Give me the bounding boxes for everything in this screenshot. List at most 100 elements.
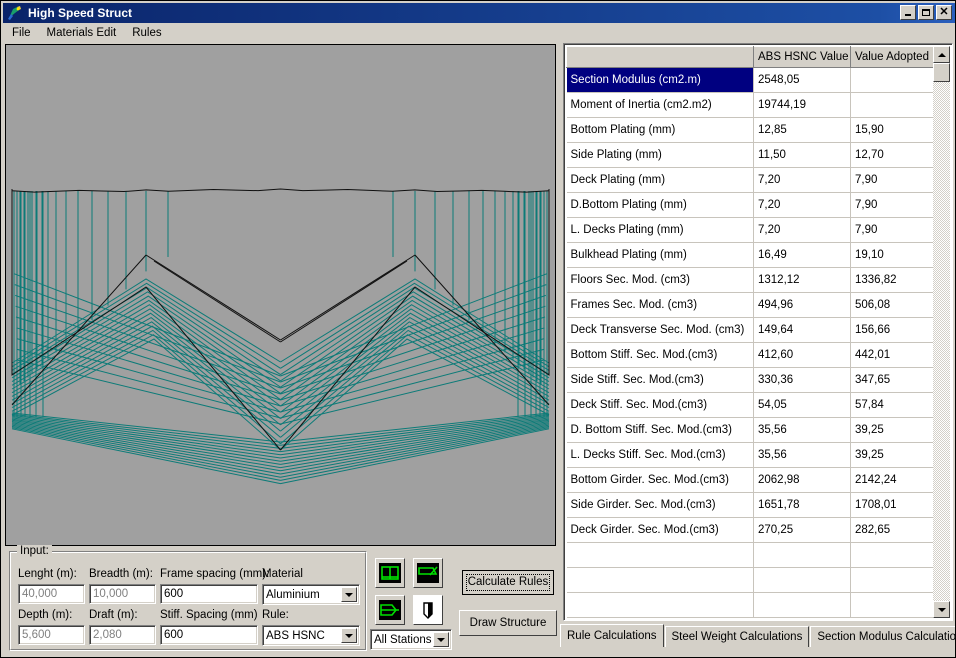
- cell-item[interactable]: Floors Sec. Mod. (cm3): [566, 267, 754, 293]
- profile-view-icon-button[interactable]: [413, 558, 443, 588]
- table-row[interactable]: [566, 592, 936, 618]
- material-select[interactable]: Aluminium: [262, 584, 360, 605]
- cell-value-adopted[interactable]: 2142,24: [850, 467, 936, 493]
- chevron-down-icon[interactable]: [341, 587, 357, 602]
- cell-item[interactable]: Deck Stiff. Sec. Mod.(cm3): [566, 392, 754, 418]
- cell-item[interactable]: D. Bottom Stiff. Sec. Mod.(cm3): [566, 417, 754, 443]
- cell-abs-hsnc-value[interactable]: 270,25: [753, 517, 851, 543]
- table-row[interactable]: Side Plating (mm) 11,50 12,70: [566, 142, 936, 168]
- cell-abs-hsnc-value[interactable]: 7,20: [753, 167, 851, 193]
- cell-value-adopted[interactable]: 347,65: [850, 367, 936, 393]
- cell-item[interactable]: L. Decks Stiff. Sec. Mod.(cm3): [566, 442, 754, 468]
- breadth-input[interactable]: 10,000: [89, 584, 156, 604]
- cell-value-adopted[interactable]: 15,90: [850, 117, 936, 143]
- table-row[interactable]: Deck Stiff. Sec. Mod.(cm3) 54,05 57,84: [566, 392, 936, 418]
- table-row[interactable]: Side Girder. Sec. Mod.(cm3) 1651,78 1708,0…: [566, 492, 936, 518]
- minimize-button[interactable]: [900, 5, 916, 20]
- midship-section-icon-button[interactable]: [375, 558, 405, 588]
- cell-abs-hsnc-value[interactable]: 7,20: [753, 192, 851, 218]
- cell-item[interactable]: [566, 542, 754, 568]
- bulkhead-icon-button[interactable]: [413, 595, 443, 625]
- table-row[interactable]: [566, 542, 936, 568]
- table-row[interactable]: Bottom Girder. Sec. Mod.(cm3) 2062,98 2142…: [566, 467, 936, 493]
- cell-item[interactable]: Bottom Stiff. Sec. Mod.(cm3): [566, 342, 754, 368]
- cell-value-adopted[interactable]: 506,08: [850, 292, 936, 318]
- cell-abs-hsnc-value[interactable]: 1651,78: [753, 492, 851, 518]
- cell-value-adopted[interactable]: 39,25: [850, 417, 936, 443]
- cell-abs-hsnc-value[interactable]: 2548,05: [753, 67, 851, 93]
- table-row[interactable]: D.Bottom Plating (mm) 7,20 7,90: [566, 192, 936, 218]
- table-row[interactable]: Deck Transverse Sec. Mod. (cm3) 149,64 156…: [566, 317, 936, 343]
- cell-value-adopted[interactable]: 156,66: [850, 317, 936, 343]
- table-row[interactable]: Bottom Plating (mm) 12,85 15,90: [566, 117, 936, 143]
- table-row[interactable]: Floors Sec. Mod. (cm3) 1312,12 1336,82: [566, 267, 936, 293]
- cell-abs-hsnc-value[interactable]: 35,56: [753, 417, 851, 443]
- table-row[interactable]: Side Stiff. Sec. Mod.(cm3) 330,36 347,65: [566, 367, 936, 393]
- plan-view-icon-button[interactable]: [375, 595, 405, 625]
- cell-item[interactable]: Frames Sec. Mod. (cm3): [566, 292, 754, 318]
- depth-input[interactable]: 5,600: [18, 625, 85, 645]
- stiff-spacing-input[interactable]: 600: [160, 625, 258, 645]
- cell-value-adopted[interactable]: 1336,82: [850, 267, 936, 293]
- stations-select[interactable]: All Stations: [370, 629, 452, 650]
- scrollbar-thumb[interactable]: [933, 63, 950, 82]
- cell-item[interactable]: L. Decks Plating (mm): [566, 217, 754, 243]
- table-row[interactable]: Deck Girder. Sec. Mod.(cm3) 270,25 282,65: [566, 517, 936, 543]
- cell-item[interactable]: Bulkhead Plating (mm): [566, 242, 754, 268]
- cell-abs-hsnc-value[interactable]: 330,36: [753, 367, 851, 393]
- cell-abs-hsnc-value[interactable]: 149,64: [753, 317, 851, 343]
- cell-value-adopted[interactable]: [850, 542, 936, 568]
- cell-item[interactable]: Side Stiff. Sec. Mod.(cm3): [566, 367, 754, 393]
- cell-value-adopted[interactable]: 57,84: [850, 392, 936, 418]
- cell-abs-hsnc-value[interactable]: 35,56: [753, 442, 851, 468]
- cell-abs-hsnc-value[interactable]: 12,85: [753, 117, 851, 143]
- cell-item[interactable]: Moment of Inertia (cm2.m2): [566, 92, 754, 118]
- cell-item[interactable]: Side Plating (mm): [566, 142, 754, 168]
- cell-value-adopted[interactable]: 7,90: [850, 192, 936, 218]
- tab-rule-calculations[interactable]: Rule Calculations: [560, 624, 664, 647]
- cell-item[interactable]: Deck Transverse Sec. Mod. (cm3): [566, 317, 754, 343]
- cell-value-adopted[interactable]: [850, 92, 936, 118]
- tab-steel-weight-calculations[interactable]: Steel Weight Calculations: [664, 626, 810, 647]
- column-header-value-adopted[interactable]: Value Adopted: [850, 46, 936, 68]
- frame-spacing-input[interactable]: 600: [160, 584, 258, 604]
- cell-abs-hsnc-value[interactable]: 7,20: [753, 217, 851, 243]
- table-row[interactable]: D. Bottom Stiff. Sec. Mod.(cm3) 35,56 39,2…: [566, 417, 936, 443]
- cell-abs-hsnc-value[interactable]: 19744,19: [753, 92, 851, 118]
- grid-vertical-scrollbar[interactable]: [933, 46, 950, 618]
- column-header-abs-hsnc-value[interactable]: ABS HSNC Value: [753, 46, 851, 68]
- cell-value-adopted[interactable]: [850, 67, 936, 93]
- cell-abs-hsnc-value[interactable]: [753, 592, 851, 618]
- cell-value-adopted[interactable]: 39,25: [850, 442, 936, 468]
- cell-value-adopted[interactable]: 12,70: [850, 142, 936, 168]
- cell-item[interactable]: Deck Plating (mm): [566, 167, 754, 193]
- scroll-down-icon[interactable]: [933, 601, 950, 618]
- table-row[interactable]: Deck Plating (mm) 7,20 7,90: [566, 167, 936, 193]
- table-row[interactable]: Moment of Inertia (cm2.m2) 19744,19: [566, 92, 936, 118]
- table-row[interactable]: L. Decks Stiff. Sec. Mod.(cm3) 35,56 39,25: [566, 442, 936, 468]
- cell-item[interactable]: Bottom Girder. Sec. Mod.(cm3): [566, 467, 754, 493]
- cell-abs-hsnc-value[interactable]: [753, 542, 851, 568]
- draw-structure-button[interactable]: Draw Structure: [459, 610, 557, 636]
- cell-item[interactable]: D.Bottom Plating (mm): [566, 192, 754, 218]
- structure-drawing-canvas[interactable]: [5, 44, 556, 546]
- table-row[interactable]: Bottom Stiff. Sec. Mod.(cm3) 412,60 442,01: [566, 342, 936, 368]
- chevron-down-icon[interactable]: [341, 628, 357, 643]
- cell-value-adopted[interactable]: 7,90: [850, 167, 936, 193]
- cell-item[interactable]: [566, 592, 754, 618]
- cell-value-adopted[interactable]: [850, 592, 936, 618]
- chevron-down-icon[interactable]: [433, 632, 449, 647]
- cell-value-adopted[interactable]: 442,01: [850, 342, 936, 368]
- tab-section-modulus-calculations[interactable]: Section Modulus Calculations: [810, 626, 955, 647]
- cell-value-adopted[interactable]: [850, 567, 936, 593]
- table-row[interactable]: Frames Sec. Mod. (cm3) 494,96 506,08: [566, 292, 936, 318]
- cell-abs-hsnc-value[interactable]: 1312,12: [753, 267, 851, 293]
- rule-select[interactable]: ABS HSNC: [262, 625, 360, 646]
- cell-item[interactable]: Section Modulus (cm2.m): [566, 67, 754, 93]
- maximize-button[interactable]: [918, 5, 934, 20]
- scrollbar-track[interactable]: [933, 63, 950, 601]
- column-header-item[interactable]: [566, 46, 754, 68]
- table-row[interactable]: L. Decks Plating (mm) 7,20 7,90: [566, 217, 936, 243]
- cell-item[interactable]: Side Girder. Sec. Mod.(cm3): [566, 492, 754, 518]
- cell-abs-hsnc-value[interactable]: [753, 567, 851, 593]
